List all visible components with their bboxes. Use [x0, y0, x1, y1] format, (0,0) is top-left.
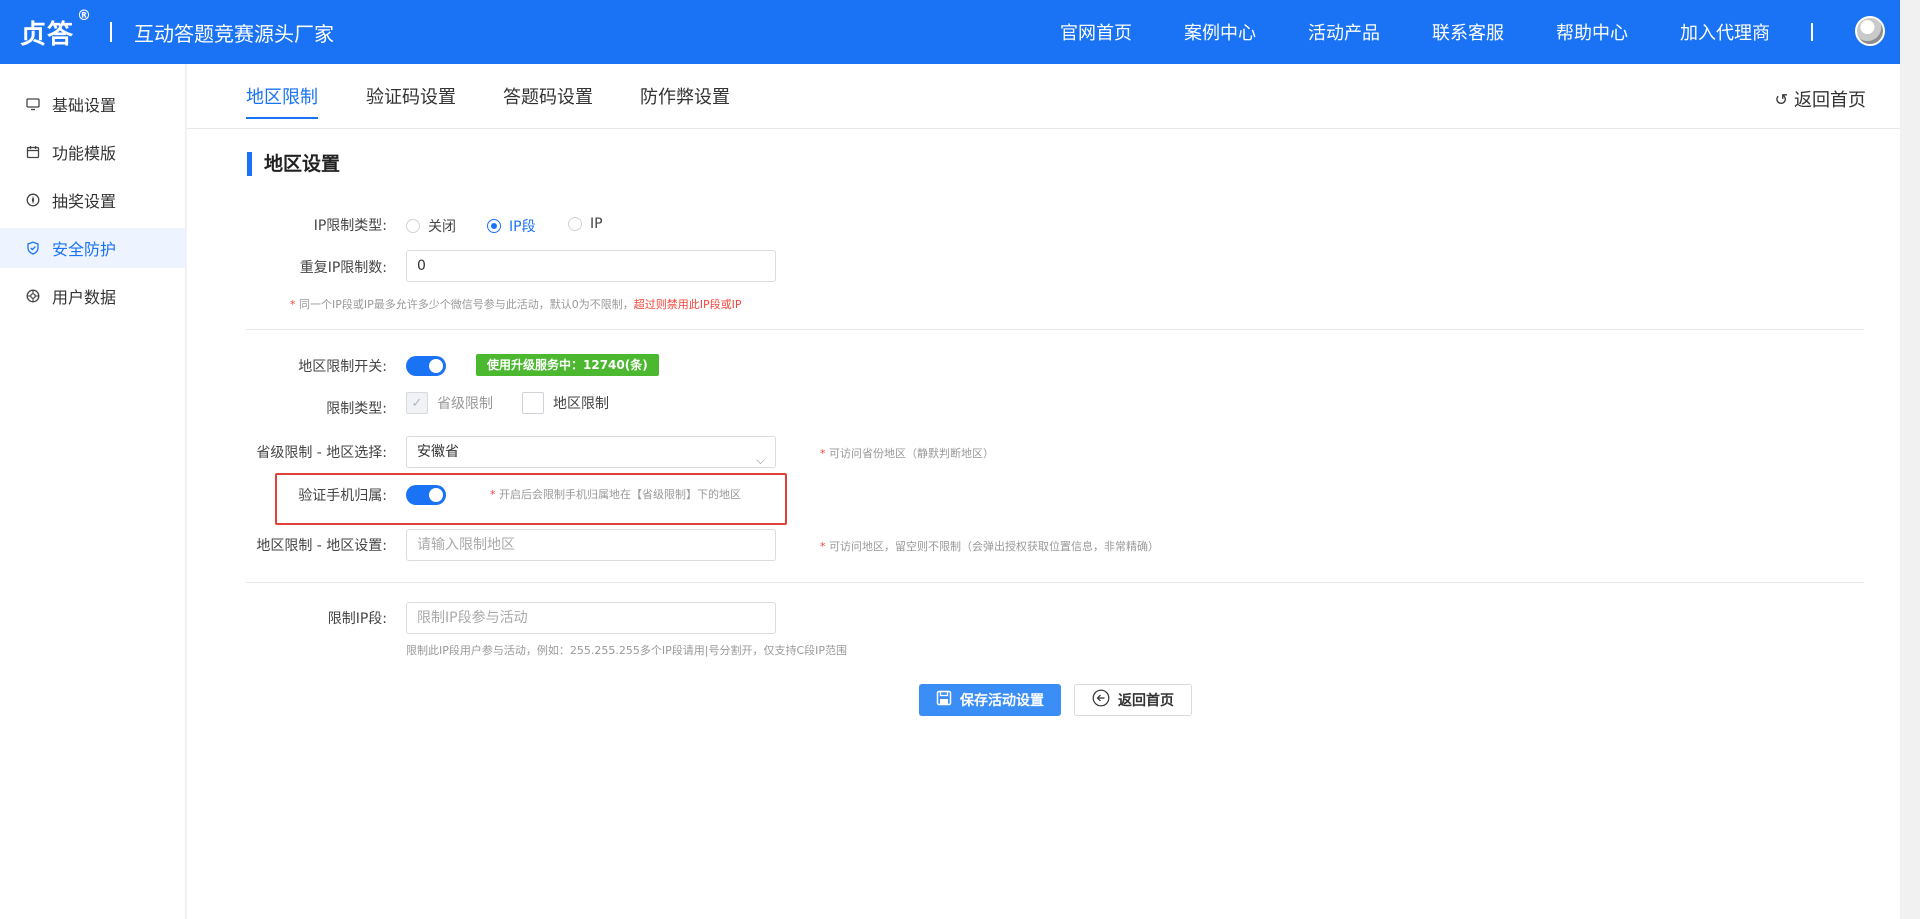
region-setting-hint: * 可访问地区，留空则不限制（会弹出授权获取位置信息，非常精确）: [820, 538, 1159, 554]
hint-star: *: [820, 540, 826, 553]
sidebar-item-userdata[interactable]: 用户数据: [0, 276, 185, 316]
calendar-icon: [26, 145, 40, 159]
brand[interactable]: 贞答 ® 互动答题竞赛源头厂家: [0, 8, 335, 51]
province-select-value: 安徽省: [417, 444, 459, 460]
divider-1: [246, 329, 1864, 330]
monitor-icon: [26, 97, 40, 111]
repeat-ip-input[interactable]: 0: [406, 250, 776, 282]
upgrade-badge: 使用升级服务中：12740(条): [476, 354, 659, 376]
repeat-ip-label: 重复IP限制数:: [299, 260, 387, 276]
radio-ip-off[interactable]: 关闭: [406, 216, 456, 236]
hint-star: *: [490, 488, 496, 501]
page-scrollbar[interactable]: [1900, 0, 1920, 919]
nav-divider: [1811, 23, 1813, 41]
top-nav: 官网首页 案例中心 活动产品 联系客服 帮助中心 加入代理商: [1060, 0, 1770, 64]
province-select[interactable]: 安徽省 ⌵: [406, 436, 776, 468]
back-arrow-icon: [1092, 689, 1110, 711]
main-panel: 地区限制 验证码设置 答题码设置 防作弊设置 ↺ 返回首页 地区设置 IP限制类…: [187, 64, 1900, 919]
nav-cases[interactable]: 案例中心: [1184, 19, 1256, 45]
limit-type-label: 限制类型:: [326, 401, 387, 417]
top-navbar: 贞答 ® 互动答题竞赛源头厂家 官网首页 案例中心 活动产品 联系客服 帮助中心 …: [0, 0, 1900, 64]
back-home-label: 返回首页: [1794, 90, 1866, 111]
tab-anti-cheat[interactable]: 防作弊设置: [640, 83, 730, 109]
tab-bar: 地区限制 验证码设置 答题码设置 防作弊设置 ↺ 返回首页: [187, 64, 1900, 129]
region-setting-label: 地区限制 - 地区设置:: [256, 538, 387, 554]
province-select-hint: * 可访问省份地区（静默判断地区）: [820, 445, 994, 461]
section-title: 地区设置: [247, 152, 340, 176]
registered-mark: ®: [77, 7, 93, 24]
hint-text: 可访问地区，留空则不限制（会弹出授权获取位置信息，非常精确）: [829, 540, 1159, 553]
nav-home[interactable]: 官网首页: [1060, 19, 1132, 45]
tab-region-limit[interactable]: 地区限制: [246, 83, 318, 119]
brand-divider: [110, 22, 113, 42]
back-home-button[interactable]: 返回首页: [1074, 684, 1192, 716]
sidebar-item-label: 基础设置: [52, 96, 117, 115]
slogan: 互动答题竞赛源头厂家: [134, 21, 335, 46]
radio-dot: [568, 217, 582, 231]
avatar[interactable]: [1855, 16, 1885, 46]
logo[interactable]: 贞答 ®: [20, 8, 91, 51]
nav-contact[interactable]: 联系客服: [1432, 19, 1504, 45]
logo-text: 贞答: [20, 19, 75, 50]
province-select-label: 省级限制 - 地区选择:: [256, 445, 387, 461]
aperture-icon: [26, 289, 40, 303]
sidebar-item-label: 安全防护: [52, 240, 117, 259]
divider-2: [246, 582, 1864, 583]
back-home-link[interactable]: ↺ 返回首页: [1775, 86, 1866, 112]
region-switch-label: 地区限制开关:: [298, 359, 387, 375]
region-switch-toggle[interactable]: [406, 356, 446, 376]
checkbox-province-limit[interactable]: ✓ 省级限制: [406, 392, 493, 414]
compass-icon: [26, 193, 40, 207]
sidebar-item-security[interactable]: 安全防护: [0, 228, 185, 268]
verify-phone-toggle[interactable]: [406, 485, 446, 505]
hint-star: *: [290, 298, 296, 311]
undo-icon: ↺: [1774, 89, 1788, 109]
sidebar-item-label: 功能模版: [52, 144, 117, 163]
radio-dot: [487, 219, 501, 233]
sidebar-item-label: 用户数据: [52, 288, 117, 307]
save-icon: [936, 690, 952, 710]
back-label: 返回首页: [1118, 693, 1174, 709]
tab-captcha[interactable]: 验证码设置: [366, 83, 456, 109]
ip-segment-input[interactable]: 限制IP段参与活动: [406, 602, 776, 634]
repeat-ip-hint: * 同一个IP段或IP最多允许多少个微信号参与此活动，默认0为不限制，超过则禁用…: [290, 296, 742, 312]
checkbox-label: 地区限制: [553, 396, 609, 412]
checkbox-box: [522, 392, 544, 414]
sidebar-item-lottery[interactable]: 抽奖设置: [0, 180, 185, 220]
verify-phone-hint: * 开启后会限制手机归属地在【省级限制】下的地区: [490, 486, 741, 502]
hint-star: *: [820, 447, 826, 460]
ip-segment-hint: 限制此IP段用户参与活动，例如：255.255.255多个IP段请用|号分割开，…: [406, 644, 847, 657]
radio-label: IP段: [509, 219, 536, 235]
shield-icon: [26, 241, 40, 255]
radio-label: 关闭: [428, 219, 456, 235]
radio-dot: [406, 219, 420, 233]
save-settings-button[interactable]: 保存活动设置: [919, 684, 1061, 716]
nav-agent[interactable]: 加入代理商: [1680, 19, 1770, 45]
checkbox-label: 省级限制: [437, 396, 493, 412]
nav-products[interactable]: 活动产品: [1308, 19, 1380, 45]
check-icon: ✓: [406, 392, 428, 414]
hint-text: 可访问省份地区（静默判断地区）: [829, 447, 994, 460]
sidebar-item-label: 抽奖设置: [52, 192, 117, 211]
verify-phone-label: 验证手机归属:: [298, 488, 387, 504]
ip-limit-label: IP限制类型:: [313, 218, 387, 234]
radio-ip-segment[interactable]: IP段: [487, 216, 536, 236]
region-setting-input[interactable]: 请输入限制地区: [406, 529, 776, 561]
radio-label: IP: [590, 216, 603, 232]
tab-answer-code[interactable]: 答题码设置: [503, 83, 593, 109]
chevron-down-icon: ⌵: [755, 453, 765, 467]
checkbox-region-limit[interactable]: 地区限制: [522, 392, 609, 414]
ip-segment-label: 限制IP段:: [327, 611, 387, 627]
save-label: 保存活动设置: [960, 693, 1044, 709]
sidebar-item-basic[interactable]: 基础设置: [0, 84, 185, 124]
nav-help[interactable]: 帮助中心: [1556, 19, 1628, 45]
sidebar-item-template[interactable]: 功能模版: [0, 132, 185, 172]
hint-text: 开启后会限制手机归属地在【省级限制】下的地区: [499, 488, 741, 501]
sidebar: 基础设置 功能模版 抽奖设置 安全防护 用户数据: [0, 64, 186, 919]
hint-warning: 超过则禁用此IP段或IP: [633, 298, 742, 311]
radio-ip[interactable]: IP: [568, 216, 603, 232]
hint-text: 同一个IP段或IP最多允许多少个微信号参与此活动，默认0为不限制，: [299, 298, 634, 311]
